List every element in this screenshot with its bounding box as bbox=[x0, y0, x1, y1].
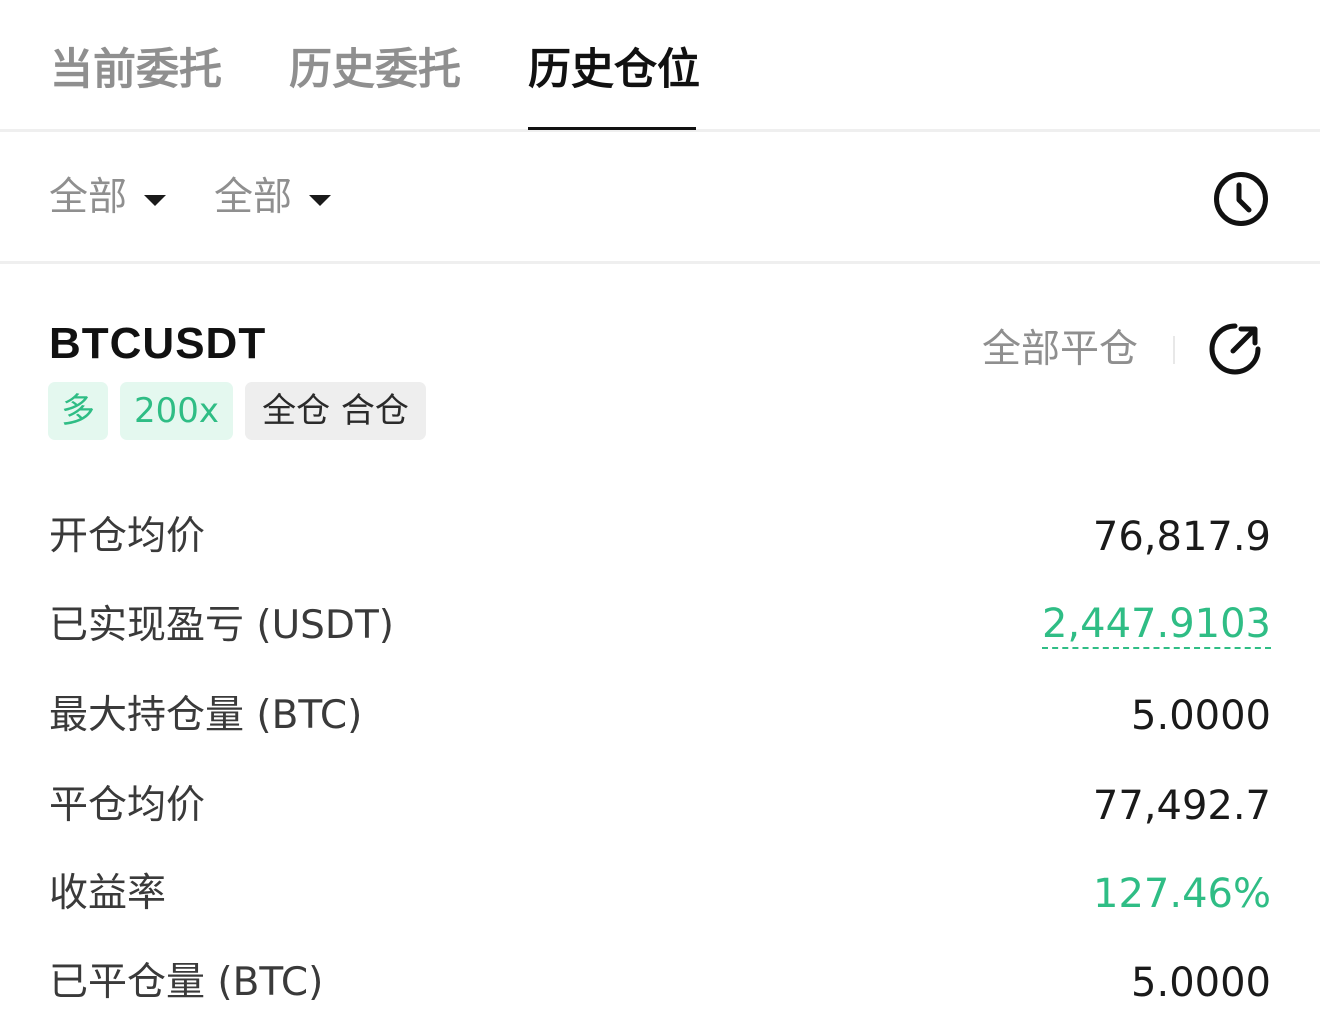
row-label: 最大持仓量 (BTC) bbox=[49, 693, 363, 738]
tab-position-history[interactable]: 历史仓位 bbox=[528, 42, 700, 98]
active-tab-indicator bbox=[528, 127, 696, 130]
detail-row-close-avg-price: 平仓均价 77,492.7 bbox=[49, 781, 1271, 831]
close-all-button[interactable]: 全部平仓 bbox=[982, 326, 1138, 374]
caret-down-icon bbox=[309, 194, 332, 206]
share-arrow-icon[interactable] bbox=[1206, 320, 1264, 378]
detail-row-realized-pnl: 已实现盈亏 (USDT) 2,447.9103 bbox=[49, 601, 1271, 651]
filter-dropdown-1[interactable]: 全部 bbox=[49, 175, 167, 220]
row-label: 已实现盈亏 (USDT) bbox=[49, 603, 394, 648]
tab-current-orders[interactable]: 当前委托 bbox=[50, 42, 222, 98]
filter-bar: 全部 全部 bbox=[0, 132, 1320, 264]
realized-pnl-value[interactable]: 2,447.9103 bbox=[1041, 601, 1271, 649]
vertical-divider bbox=[1173, 336, 1175, 364]
caret-down-icon bbox=[144, 194, 167, 206]
row-label: 收益率 bbox=[49, 871, 167, 916]
filter-dropdown-2-label: 全部 bbox=[214, 175, 293, 220]
row-label: 平仓均价 bbox=[49, 783, 206, 828]
margin-mode-badge: 全仓 合仓 bbox=[245, 382, 426, 440]
roi-value: 127.46% bbox=[1093, 871, 1271, 917]
detail-row-closed-quantity: 已平仓量 (BTC) 5.0000 bbox=[49, 958, 1271, 1008]
detail-row-max-position: 最大持仓量 (BTC) 5.0000 bbox=[49, 691, 1271, 741]
tab-bar: 当前委托 历史委托 历史仓位 bbox=[0, 0, 1320, 132]
detail-row-roi: 收益率 127.46% bbox=[49, 869, 1271, 919]
filter-dropdown-2[interactable]: 全部 bbox=[214, 175, 332, 220]
side-badge: 多 bbox=[48, 382, 108, 440]
filter-dropdown-1-label: 全部 bbox=[49, 175, 128, 220]
detail-row-open-avg-price: 开仓均价 76,817.9 bbox=[49, 512, 1271, 562]
position-symbol: BTCUSDT bbox=[49, 319, 267, 368]
row-value: 5.0000 bbox=[1131, 693, 1271, 739]
row-value: 76,817.9 bbox=[1092, 514, 1271, 560]
row-label: 已平仓量 (BTC) bbox=[49, 960, 324, 1005]
row-label: 开仓均价 bbox=[49, 514, 206, 559]
row-value: 5.0000 bbox=[1131, 960, 1271, 1006]
clock-icon[interactable] bbox=[1212, 170, 1270, 228]
row-value: 77,492.7 bbox=[1092, 783, 1271, 829]
leverage-badge: 200x bbox=[120, 382, 233, 440]
tab-order-history[interactable]: 历史委托 bbox=[289, 42, 461, 98]
